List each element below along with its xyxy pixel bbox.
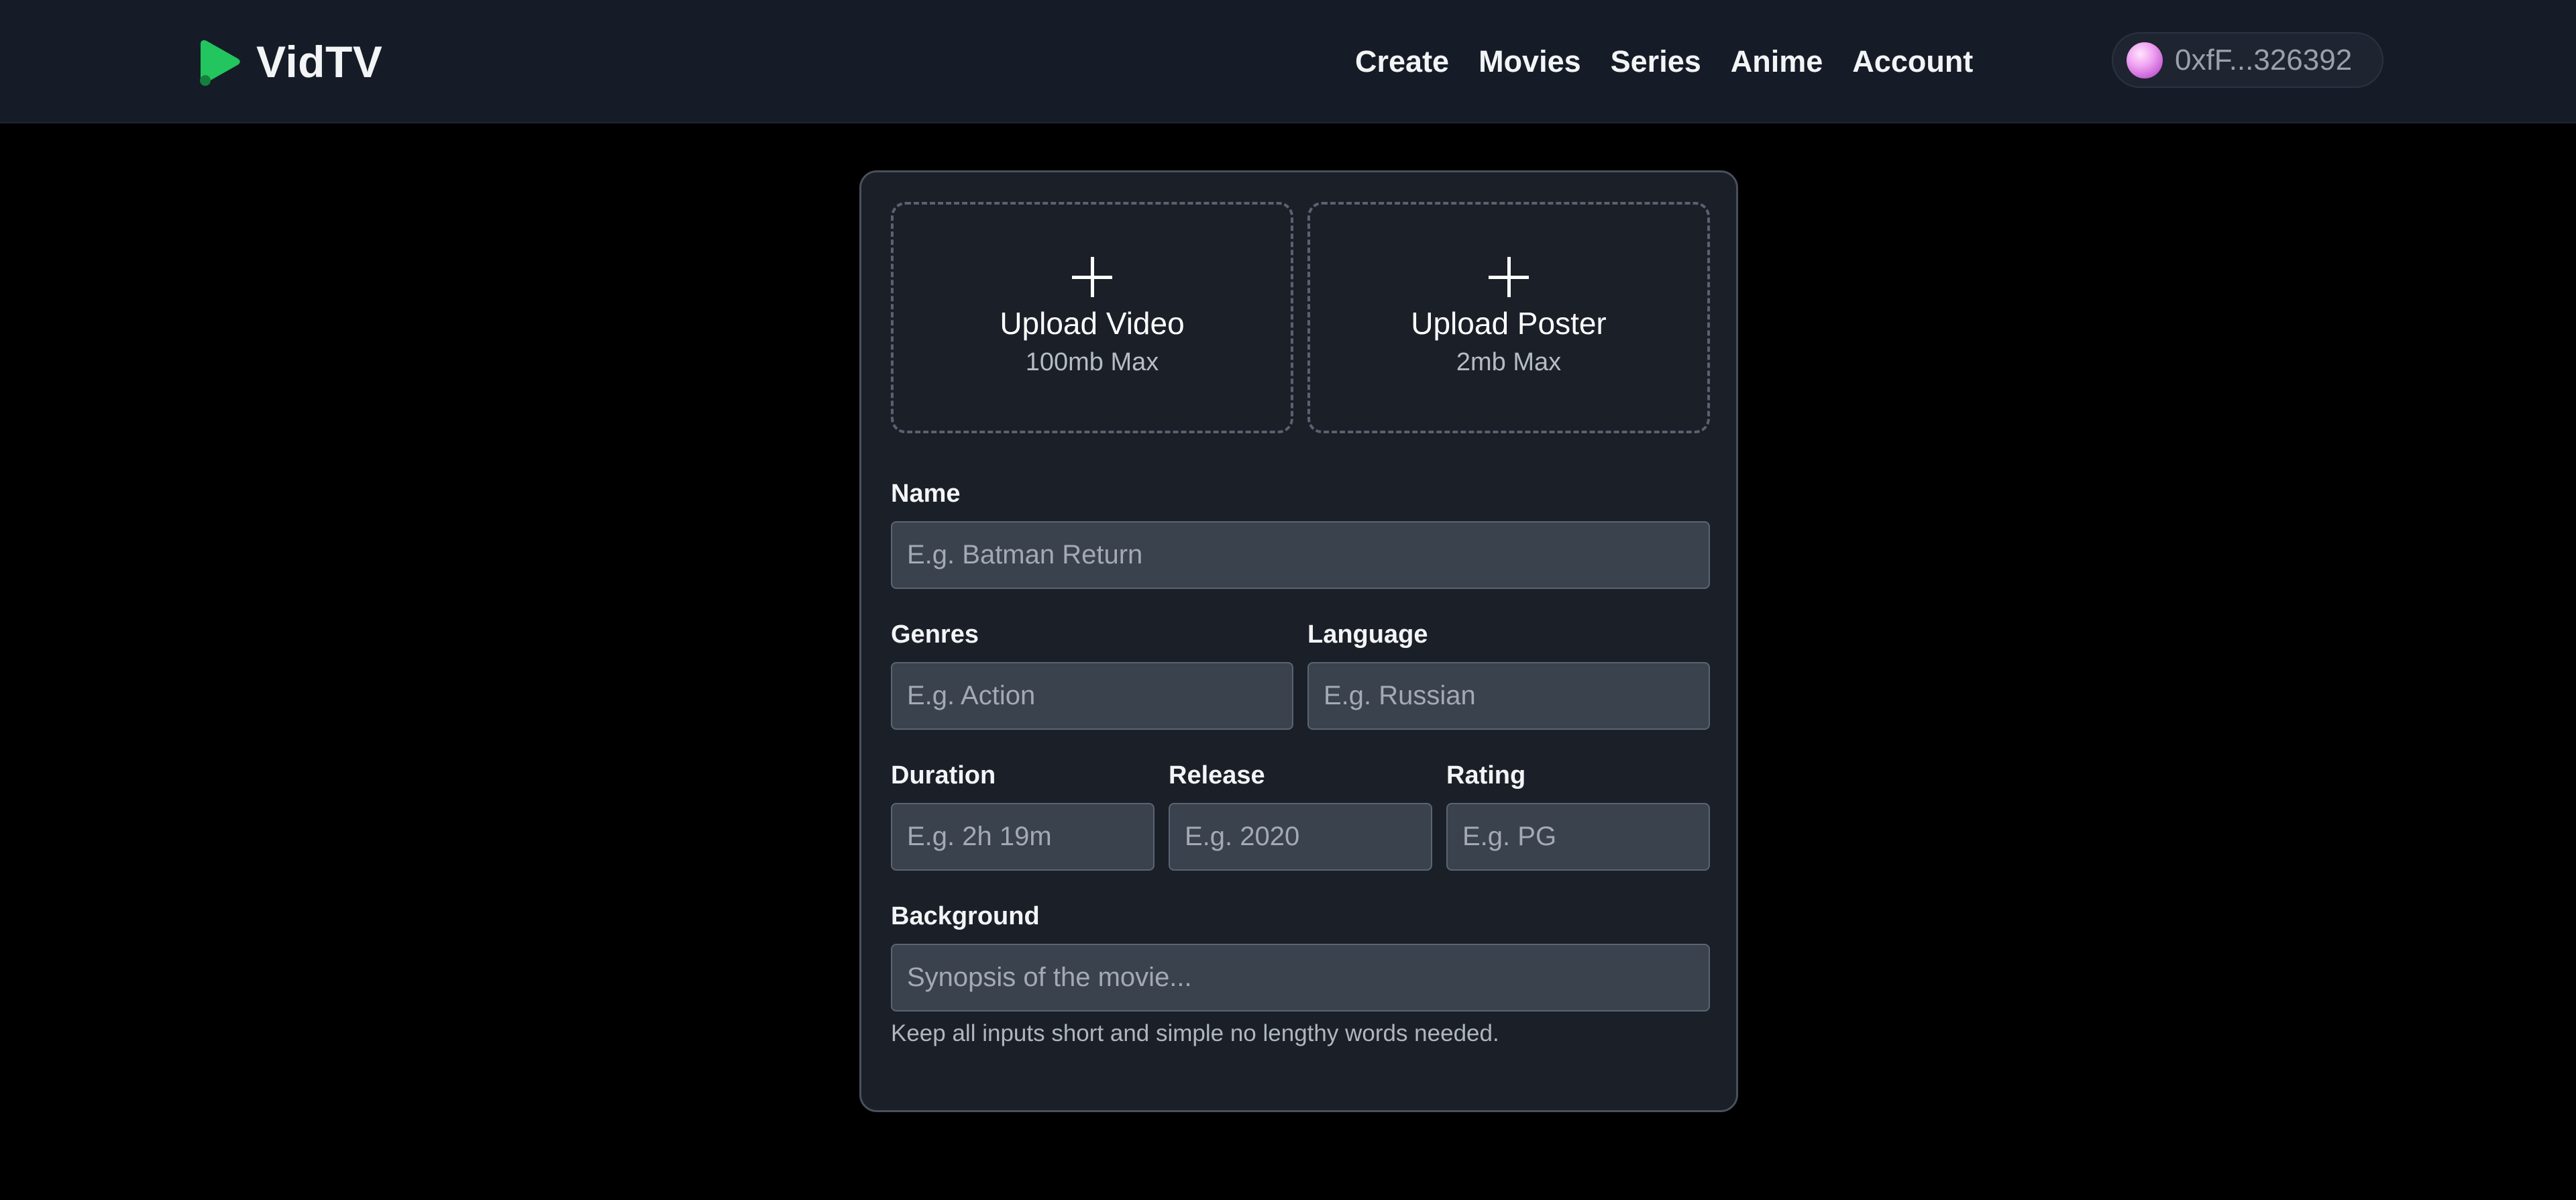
release-input[interactable] [1169, 803, 1432, 871]
genres-input[interactable] [891, 662, 1293, 730]
nav-movies[interactable]: Movies [1479, 44, 1581, 79]
genres-label: Genres [891, 620, 979, 649]
name-input[interactable] [891, 521, 1710, 589]
upload-poster-dropzone[interactable]: Upload Poster 2mb Max [1307, 202, 1710, 433]
top-navbar: VidTV Create Movies Series Anime Account… [0, 0, 2576, 123]
wallet-address: 0xfF...326392 [2175, 43, 2353, 76]
upload-poster-title: Upload Poster [1411, 306, 1607, 341]
background-input[interactable] [891, 944, 1710, 1012]
form-hint: Keep all inputs short and simple no leng… [891, 1020, 1499, 1046]
name-label: Name [891, 480, 961, 508]
nav-create[interactable]: Create [1355, 44, 1449, 79]
plus-icon [1489, 257, 1529, 297]
duration-label: Duration [891, 761, 996, 789]
upload-poster-limit: 2mb Max [1456, 348, 1562, 376]
background-label: Background [891, 902, 1040, 930]
wallet-avatar [2127, 42, 2163, 78]
wallet-button[interactable]: 0xfF...326392 [2112, 32, 2383, 88]
rating-input[interactable] [1446, 803, 1710, 871]
nav-anime[interactable]: Anime [1731, 44, 1823, 79]
release-label: Release [1169, 761, 1265, 789]
duration-input[interactable] [891, 803, 1155, 871]
logo-text: VidTV [256, 37, 383, 87]
language-label: Language [1307, 620, 1428, 649]
upload-video-dropzone[interactable]: Upload Video 100mb Max [891, 202, 1293, 433]
logo[interactable]: VidTV [199, 34, 382, 90]
upload-video-limit: 100mb Max [1025, 348, 1159, 376]
main-nav: Create Movies Series Anime Account [1355, 39, 1973, 85]
upload-video-title: Upload Video [1000, 306, 1185, 341]
rating-label: Rating [1446, 761, 1526, 789]
language-input[interactable] [1307, 662, 1710, 730]
nav-series[interactable]: Series [1611, 44, 1701, 79]
play-logo-icon [200, 40, 240, 86]
create-movie-form: Upload Video 100mb Max Upload Poster 2mb… [859, 170, 1738, 1112]
plus-icon [1072, 257, 1112, 297]
nav-account[interactable]: Account [1852, 44, 1973, 79]
